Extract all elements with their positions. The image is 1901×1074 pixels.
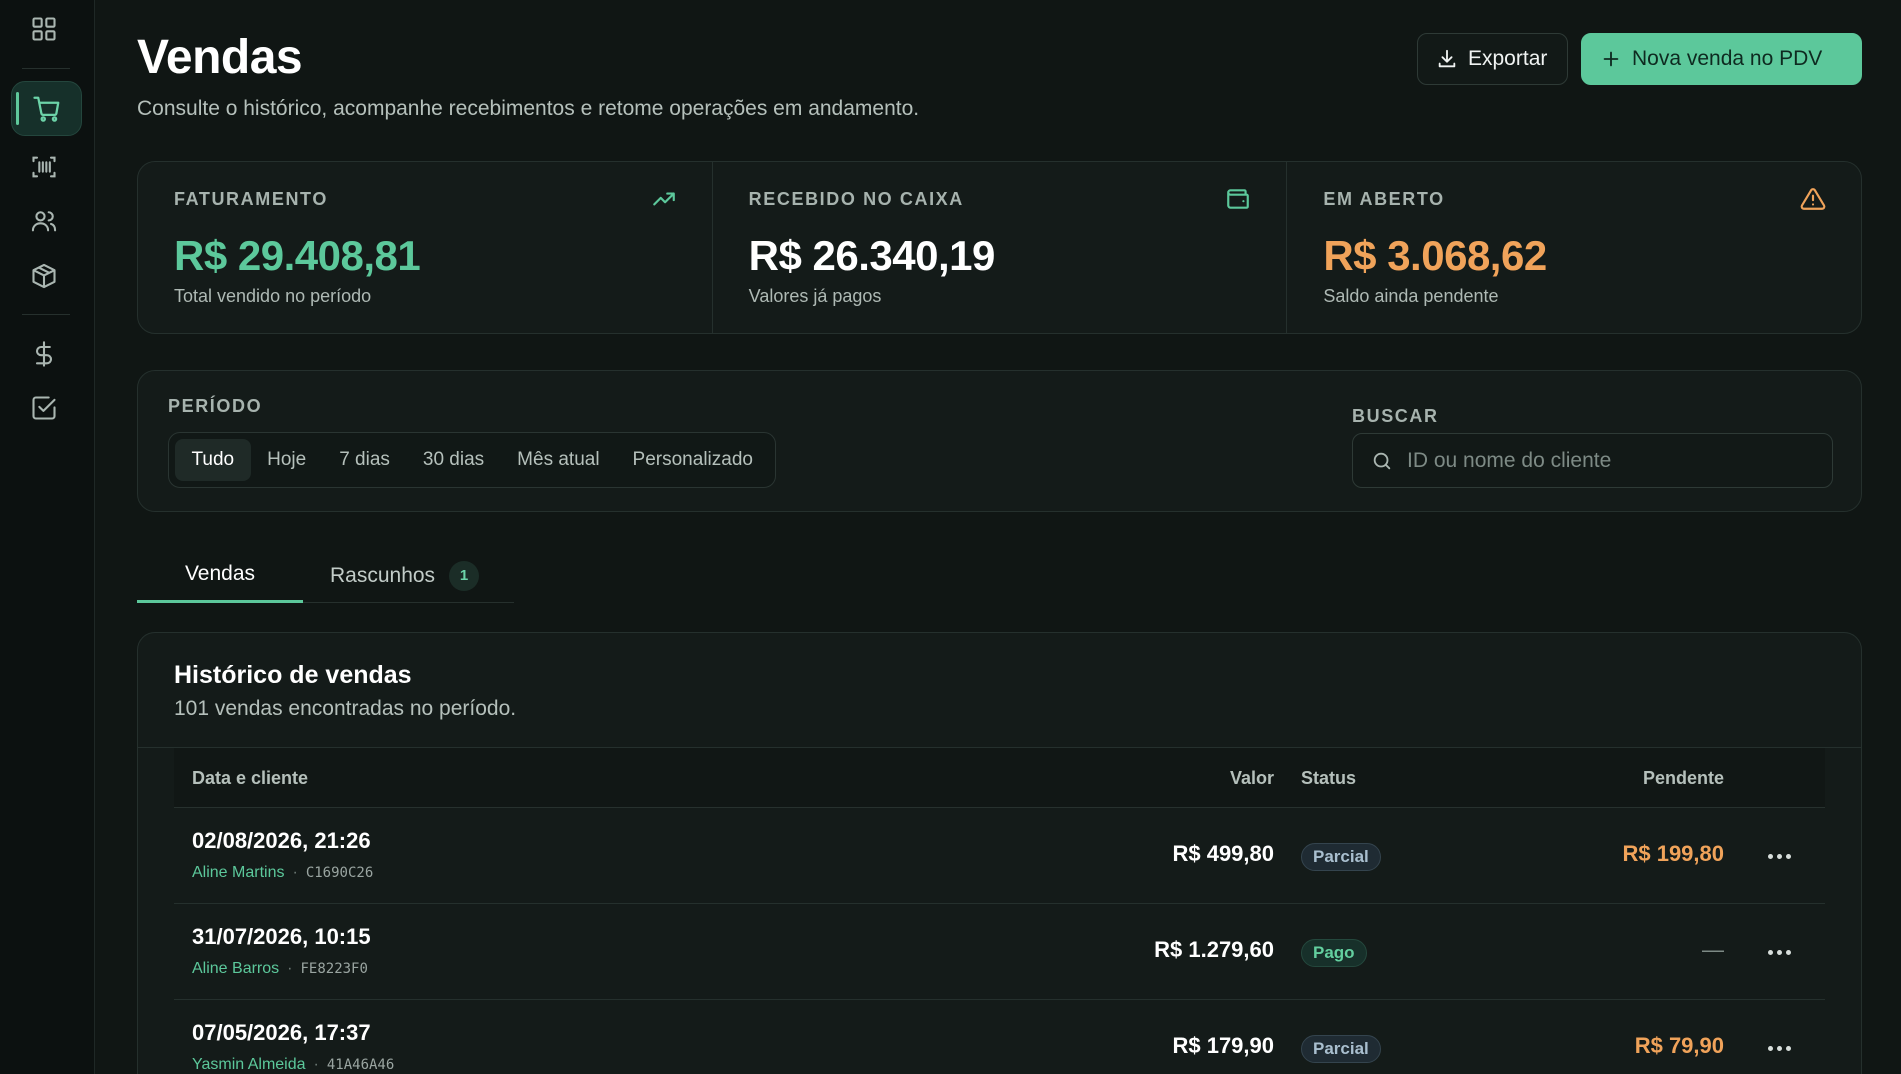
pending-amount: R$ 199,80 (1622, 841, 1724, 866)
sidebar (0, 0, 95, 1074)
status-badge: Parcial (1301, 1035, 1381, 1063)
sale-client: Yasmin Almeida · 41A46A46 (192, 1056, 394, 1074)
sidebar-item-financeiro[interactable] (22, 332, 66, 376)
period-option-7-dias[interactable]: 7 dias (323, 439, 407, 481)
sidebar-item-produtos[interactable] (22, 254, 66, 298)
new-sale-button[interactable]: Nova venda no PDV (1581, 33, 1862, 85)
sale-value: R$ 499,80 (1172, 841, 1274, 866)
export-button[interactable]: Exportar (1417, 33, 1568, 85)
sale-value: R$ 1.279,60 (1154, 937, 1274, 962)
sidebar-item-tarefas[interactable] (22, 386, 66, 430)
stat-caption: Total vendido no período (174, 286, 372, 306)
table-header: Data e cliente Valor Status Pendente (174, 748, 1825, 808)
more-actions-icon[interactable] (1759, 1030, 1799, 1066)
stat-value: R$ 29.408,81 (174, 232, 421, 279)
sidebar-item-clientes[interactable] (22, 199, 66, 243)
separator: · (313, 1056, 319, 1073)
stat-faturamento: FATURAMENTO R$ 29.408,81 Total vendido n… (138, 162, 713, 333)
sale-client: Aline Barros · FE8223F0 (192, 960, 368, 978)
status-badge: Parcial (1301, 843, 1381, 871)
tab-vendas[interactable]: Vendas (137, 548, 303, 603)
table-row[interactable]: 31/07/2026, 10:15 Aline Barros · FE8223F… (174, 904, 1825, 1000)
checkbox-icon (32, 396, 56, 420)
sidebar-divider (22, 314, 70, 315)
stat-em-aberto: EM ABERTO R$ 3.068,62 Saldo ainda penden… (1287, 162, 1861, 333)
table-row[interactable]: 07/05/2026, 17:37 Yasmin Almeida · 41A46… (174, 1000, 1825, 1074)
download-icon (1438, 49, 1456, 68)
sidebar-item-dashboard[interactable] (22, 7, 66, 51)
sale-date: 31/07/2026, 10:15 (192, 924, 371, 949)
pending-amount: — (1702, 937, 1724, 962)
stat-value: R$ 3.068,62 (1323, 232, 1547, 279)
period-option-tudo[interactable]: Tudo (175, 439, 251, 481)
sale-client: Aline Martins · C1690C26 (192, 864, 373, 882)
export-button-label: Exportar (1468, 47, 1548, 70)
sidebar-item-vendas[interactable] (11, 81, 82, 136)
column-header-value: Valor (1229, 767, 1274, 788)
period-option-hoje[interactable]: Hoje (251, 439, 323, 481)
more-actions-icon[interactable] (1759, 838, 1799, 874)
history-subtitle: 101 vendas encontradas no período. (174, 697, 517, 720)
tab-rascunhos[interactable]: Rascunhos 1 (330, 548, 480, 603)
new-sale-button-label: Nova venda no PDV (1632, 47, 1823, 70)
tab-label: Vendas (184, 562, 256, 585)
table-row[interactable]: 02/08/2026, 21:26 Aline Martins · C1690C… (174, 808, 1825, 904)
stat-value: R$ 26.340,19 (748, 232, 996, 279)
client-name[interactable]: Aline Martins (192, 864, 284, 882)
client-name[interactable]: Yasmin Almeida (192, 1056, 306, 1074)
client-name[interactable]: Aline Barros (192, 960, 279, 978)
history-title: Histórico de vendas (174, 661, 412, 689)
stat-label: FATURAMENTO (174, 189, 328, 209)
tab-label: Rascunhos (330, 563, 436, 587)
sale-id: 41A46A46 (326, 1057, 395, 1073)
stat-recebido: RECEBIDO NO CAIXA R$ 26.340,19 Valores j… (713, 162, 1288, 333)
search-label: BUSCAR (1352, 406, 1439, 426)
users-icon (31, 211, 57, 232)
package-box-icon (32, 263, 56, 289)
column-header-pending: Pendente (1642, 767, 1724, 788)
period-option-mes-atual[interactable]: Mês atual (501, 439, 616, 481)
sale-value: R$ 179,90 (1172, 1033, 1274, 1058)
period-option-30-dias[interactable]: 30 dias (406, 439, 500, 481)
more-actions-icon[interactable] (1759, 934, 1799, 970)
sale-id: FE8223F0 (300, 961, 368, 977)
period-label: PERÍODO (168, 396, 263, 416)
shopping-cart-icon (32, 96, 59, 122)
separator: · (292, 864, 298, 881)
dashboard-grid-icon (32, 17, 56, 41)
trending-up-icon (652, 192, 675, 206)
column-header-client: Data e cliente (192, 767, 309, 788)
sidebar-divider (22, 68, 70, 69)
warning-triangle-icon (1800, 188, 1826, 210)
plus-icon (1603, 51, 1619, 67)
period-option-personalizado[interactable]: Personalizado (616, 439, 769, 481)
barcode-scan-icon (32, 156, 56, 178)
separator: · (287, 960, 293, 977)
page-title: Vendas (137, 31, 303, 84)
dollar-icon (35, 341, 53, 367)
sale-date: 07/05/2026, 17:37 (192, 1020, 371, 1045)
stat-caption: Saldo ainda pendente (1323, 286, 1499, 306)
filters-panel: PERÍODO Tudo Hoje 7 dias 30 dias Mês atu… (137, 370, 1862, 512)
status-badge: Pago (1301, 939, 1367, 967)
sale-id: C1690C26 (305, 865, 374, 881)
tab-bar: Vendas Rascunhos 1 (137, 548, 514, 603)
wallet-icon (1227, 189, 1250, 209)
page-subtitle: Consulte o histórico, acompanhe recebime… (137, 97, 920, 120)
search-input[interactable]: ID ou nome do cliente (1352, 433, 1833, 488)
stats-panel: FATURAMENTO R$ 29.408,81 Total vendido n… (137, 161, 1862, 334)
stat-caption: Valores já pagos (748, 286, 882, 306)
sales-history-card: Histórico de vendas 101 vendas encontrad… (137, 632, 1862, 1074)
period-selector: Tudo Hoje 7 dias 30 dias Mês atual Perso… (168, 432, 777, 488)
search-icon (1373, 452, 1391, 469)
column-header-status: Status (1301, 767, 1357, 788)
search-placeholder: ID ou nome do cliente (1407, 448, 1612, 472)
stat-label: RECEBIDO NO CAIXA (748, 189, 964, 209)
stat-label: EM ABERTO (1323, 189, 1445, 209)
drafts-count-badge: 1 (449, 560, 480, 591)
pending-amount: R$ 79,90 (1634, 1033, 1724, 1058)
sidebar-item-scan[interactable] (22, 145, 66, 189)
sale-date: 02/08/2026, 21:26 (192, 828, 371, 853)
